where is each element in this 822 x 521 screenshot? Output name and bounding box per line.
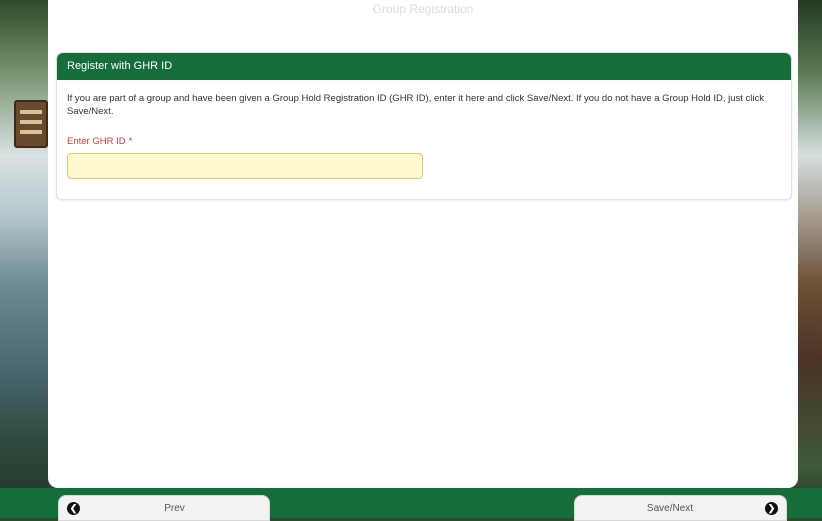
ghr-panel: Register with GHR ID If you are part of … [56, 52, 792, 200]
save-next-button-label: Save/Next [646, 502, 694, 514]
panel-body: If you are part of a group and have been… [57, 80, 791, 179]
wooden-sign-image [14, 100, 48, 148]
ghr-id-input[interactable] [67, 153, 423, 179]
background-left-scenery [0, 0, 48, 518]
main-card: Group Registration Register with GHR ID … [48, 0, 798, 488]
panel-title: Register with GHR ID [57, 53, 791, 80]
page-heading: Group Registration [372, 2, 474, 16]
background-right-scenery [796, 0, 822, 518]
prev-button[interactable]: ❮ Prev [58, 495, 270, 521]
save-next-button[interactable]: Save/Next ❯ [574, 495, 787, 521]
arrow-left-circle-icon: ❮ [67, 501, 80, 515]
arrow-right-circle-icon: ❯ [765, 501, 778, 515]
prev-button-label: Prev [164, 502, 185, 514]
instructions-text: If you are part of a group and have been… [67, 93, 765, 117]
ghr-field-label-text: Enter GHR ID [67, 136, 126, 147]
ghr-field-label: Enter GHR ID * [67, 136, 781, 147]
required-marker: * [128, 136, 133, 147]
